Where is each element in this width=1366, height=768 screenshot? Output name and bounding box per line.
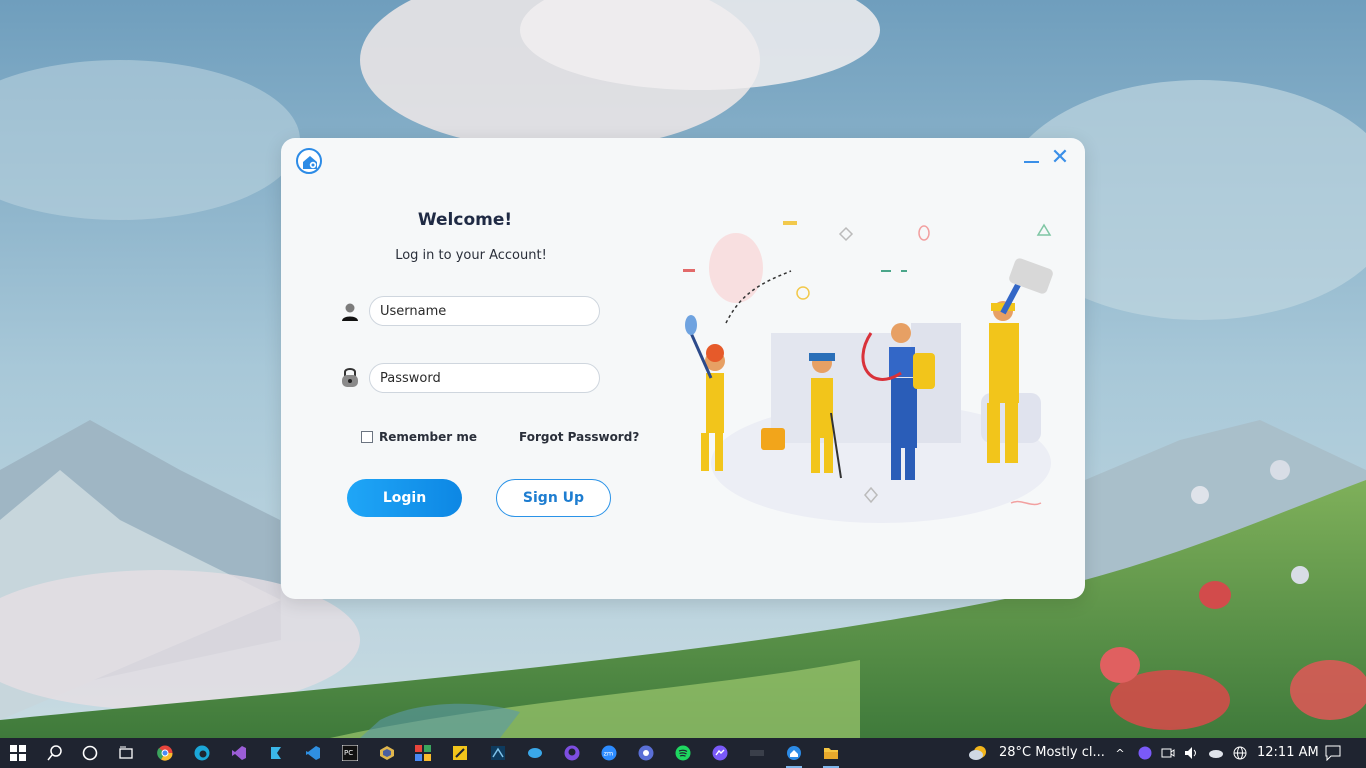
login-subheading: Log in to your Account! (395, 248, 547, 263)
onedrive-icon[interactable] (1206, 743, 1226, 763)
minimize-icon[interactable] (1021, 148, 1043, 170)
messenger-icon[interactable] (710, 743, 730, 763)
visual-studio-icon[interactable] (229, 743, 249, 763)
vscode-icon[interactable] (303, 743, 323, 763)
welcome-heading: Welcome! (417, 210, 513, 230)
github-icon[interactable] (562, 743, 582, 763)
login-window: ✕ Welcome! Log in to your Account! Remem… (281, 138, 1085, 599)
taskbar: PC zm 28°C Mostly cl... ^ 12:11 AM (0, 738, 1366, 768)
weather-icon[interactable] (968, 743, 988, 763)
chevron-up-icon[interactable]: ^ (1110, 743, 1130, 763)
login-button[interactable]: Login (347, 479, 462, 517)
app-icon[interactable] (636, 743, 656, 763)
signup-button[interactable]: Sign Up (496, 479, 611, 517)
language-globe-icon[interactable] (1230, 743, 1250, 763)
start-icon[interactable] (8, 743, 28, 763)
spotify-icon[interactable] (673, 743, 693, 763)
app-icon[interactable] (488, 743, 508, 763)
camera-icon[interactable] (1158, 743, 1178, 763)
task-view-icon[interactable] (116, 743, 136, 763)
app-icon[interactable] (450, 743, 470, 763)
app-icon[interactable] (377, 743, 397, 763)
app-icon[interactable] (413, 743, 433, 763)
remember-me-label: Remember me (379, 430, 477, 444)
weather-text[interactable]: 28°C Mostly cl... (999, 745, 1105, 760)
svg-text:PC: PC (344, 749, 353, 757)
app-icon[interactable] (784, 743, 804, 768)
close-icon[interactable]: ✕ (1049, 147, 1071, 170)
messenger-tray-icon[interactable] (1135, 743, 1155, 763)
app-icon[interactable] (525, 743, 545, 763)
forgot-password-link[interactable]: Forgot Password? (519, 430, 639, 444)
app-icon[interactable] (747, 743, 767, 763)
app-icon[interactable] (266, 743, 286, 763)
notification-icon[interactable] (1323, 743, 1343, 763)
password-input[interactable] (369, 363, 600, 393)
username-input[interactable] (369, 296, 600, 326)
remember-me-checkbox[interactable] (361, 431, 373, 443)
volume-icon[interactable] (1182, 743, 1202, 763)
clock[interactable]: 12:11 AM (1257, 745, 1319, 760)
chrome-icon[interactable] (155, 743, 175, 763)
cortana-icon[interactable] (80, 743, 100, 763)
lock-icon (341, 366, 361, 388)
cleaning-crew-illustration (683, 221, 1053, 523)
home-gear-icon (296, 148, 322, 174)
edge-icon[interactable] (192, 743, 212, 763)
zoom-icon[interactable]: zm (599, 743, 619, 763)
pycharm-icon[interactable]: PC (340, 743, 360, 763)
search-icon[interactable] (45, 743, 65, 763)
file-explorer-icon[interactable] (821, 743, 841, 768)
svg-text:zm: zm (604, 750, 614, 758)
user-icon (340, 301, 360, 323)
